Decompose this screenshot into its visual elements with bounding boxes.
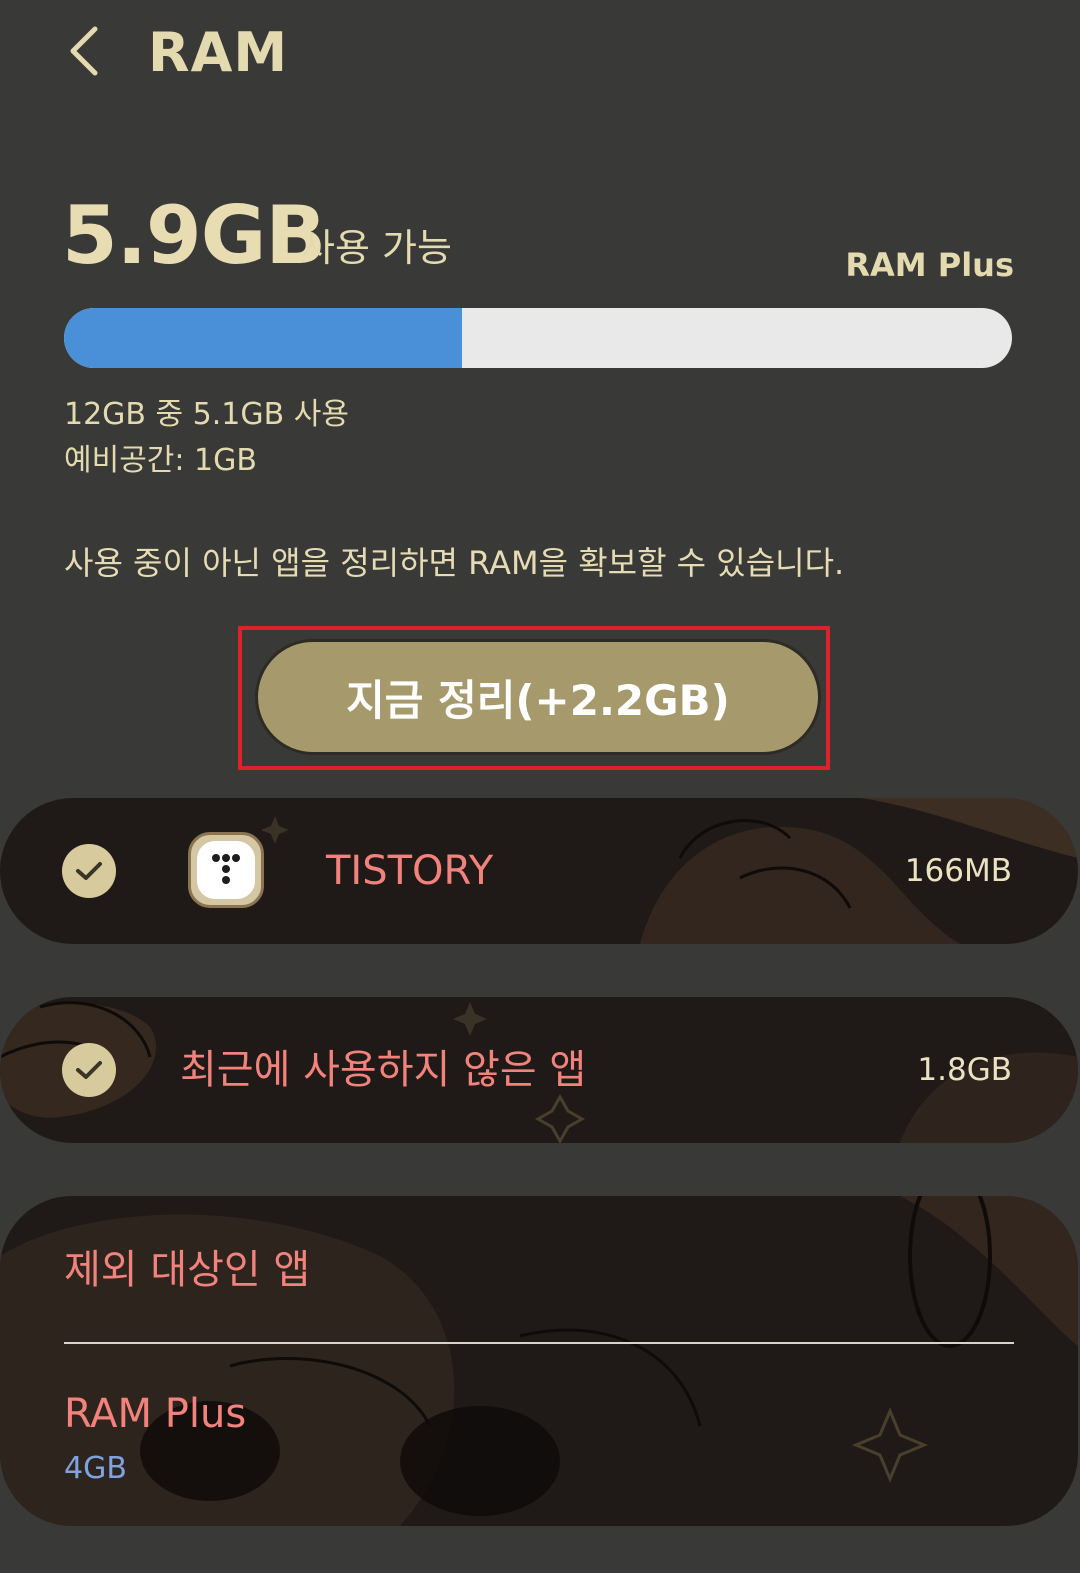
- chevron-left-icon: [70, 26, 98, 76]
- available-ram-value: 5.9GB: [62, 189, 326, 282]
- ram-usage-bar: [64, 308, 1012, 368]
- ram-plus-value: 4GB: [64, 1451, 127, 1486]
- clean-now-button[interactable]: 지금 정리(+2.2GB): [258, 642, 818, 752]
- clean-info-text: 사용 중이 아닌 앱을 정리하면 RAM을 확보할 수 있습니다.: [64, 544, 845, 582]
- tistory-app-icon: [188, 832, 264, 908]
- divider: [64, 1342, 1014, 1344]
- tistory-app-size: 166MB: [904, 853, 1012, 889]
- app-row-tistory[interactable]: TISTORY 166MB: [0, 798, 1078, 944]
- tistory-app-name: TISTORY: [326, 848, 494, 894]
- back-button[interactable]: [50, 14, 120, 88]
- unused-apps-size: 1.8GB: [917, 1052, 1012, 1088]
- ram-usage-bar-fill: [64, 308, 463, 368]
- available-ram-label: 사용 가능: [300, 226, 452, 270]
- ram-reserve-text: 예비공간: 1GB: [64, 443, 257, 478]
- app-row-unused-apps[interactable]: 최근에 사용하지 않은 앱 1.8GB: [0, 997, 1078, 1143]
- tistory-logo-icon: [212, 854, 240, 884]
- checkmark-icon: [76, 862, 102, 880]
- checkmark-icon: [76, 1061, 102, 1079]
- unused-apps-checkbox[interactable]: [62, 1043, 116, 1097]
- ram-plus-item[interactable]: RAM Plus: [64, 1386, 246, 1442]
- page-title: RAM: [148, 21, 289, 84]
- settings-card: 제외 대상인 앱 RAM Plus 4GB: [0, 1196, 1078, 1526]
- excluded-apps-item[interactable]: 제외 대상인 앱: [64, 1242, 310, 1298]
- ram-plus-link[interactable]: RAM Plus: [845, 244, 1014, 286]
- unused-apps-label: 최근에 사용하지 않은 앱: [180, 1047, 587, 1093]
- tistory-checkbox[interactable]: [62, 844, 116, 898]
- ram-used-text: 12GB 중 5.1GB 사용: [64, 397, 349, 432]
